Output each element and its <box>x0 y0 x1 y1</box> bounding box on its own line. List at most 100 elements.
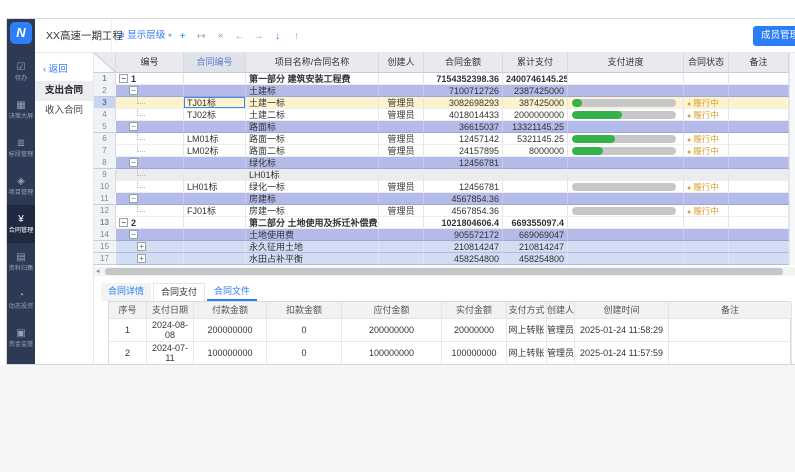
contract-no-cell: TJ02标 <box>184 109 246 121</box>
payment-row[interactable]: 22024-07- 111000000000100000000100000000… <box>109 342 790 365</box>
row-number-cell: 3 <box>94 97 116 109</box>
grid-column-header[interactable]: 编号 <box>116 53 184 73</box>
sidebar-item-todo[interactable]: ☑待办 <box>7 53 35 91</box>
grid-column-header[interactable]: 合同金额 <box>424 53 503 73</box>
member-button[interactable]: 成员管理 <box>753 26 795 46</box>
grid-column-header[interactable]: 合同编号 <box>184 53 246 73</box>
collapse-toggle-icon[interactable]: − <box>129 230 138 239</box>
collapse-toggle-icon[interactable]: − <box>119 218 128 227</box>
sidebar-item-dashboard[interactable]: ▦决策大屏 <box>7 91 35 129</box>
contract-name-cell: 房建标 <box>246 193 379 205</box>
app-logo[interactable]: N <box>10 22 32 44</box>
status-dot-icon: ● <box>687 185 691 192</box>
arrow-right-icon[interactable]: → <box>249 31 268 42</box>
indent-icon[interactable]: ↦ <box>192 31 211 42</box>
grid-row[interactable]: 15+永久征用土地210814247210814247 <box>94 241 789 253</box>
tree-connector-icon <box>137 145 145 152</box>
grid-row[interactable]: 11−房建标4567854.36 <box>94 193 789 205</box>
status-cell <box>684 85 729 97</box>
sidebar-item-projects[interactable]: ◈项目管理 <box>7 167 35 205</box>
pay-amount-cell: 100000000 <box>194 342 267 365</box>
grid-column-header[interactable]: 支付进度 <box>568 53 684 73</box>
sidebar-item-contracts[interactable]: ¥合同管理 <box>7 205 35 243</box>
sidebar-item-funds[interactable]: ▣资金监管 <box>7 319 35 357</box>
grid-row[interactable]: 4TJ02标土建二标管理员40180144332000000000●履行中 <box>94 109 789 121</box>
tab-contract-detail[interactable]: 合同详情 <box>101 283 151 301</box>
payment-row[interactable]: 12024-08- 08200000000020000000020000000网… <box>109 319 790 342</box>
grid-column-header[interactable]: 合同状态 <box>684 53 729 73</box>
tab-contract-files[interactable]: 合同文件 <box>207 283 257 301</box>
status-cell: ●履行中 <box>684 145 729 157</box>
grid-row[interactable]: 17+水田占补平衡458254800458254800 <box>94 253 789 265</box>
tab-contract-payment[interactable]: 合同支付 <box>153 283 205 301</box>
grid-row[interactable]: 1−1第一部分 建筑安装工程费7154352398.362400746145.2… <box>94 73 789 85</box>
status-dot-icon: ● <box>687 101 691 108</box>
grid-row[interactable]: 10LH01标绿化一标管理员12456781●履行中 <box>94 181 789 193</box>
vertical-scrollbar[interactable] <box>789 53 795 265</box>
grid-column-header[interactable]: 备注 <box>729 53 789 73</box>
progress-cell <box>568 193 684 205</box>
contract-no-cell <box>184 73 246 85</box>
payment-column-header: 备注 <box>669 302 792 319</box>
arrow-left-icon[interactable]: ← <box>230 31 249 42</box>
row-number-cell: 12 <box>94 205 116 217</box>
horizontal-scrollbar[interactable]: ◂ <box>94 267 795 276</box>
grid-row[interactable]: 12FJ01标房建一标管理员4567854.36●履行中 <box>94 205 789 217</box>
scroll-left-arrow-icon[interactable]: ◂ <box>96 267 100 276</box>
expand-toggle-icon[interactable]: + <box>137 254 146 263</box>
collapse-toggle-icon[interactable]: − <box>129 158 138 167</box>
creator-cell: 管理员 <box>547 342 575 365</box>
back-link[interactable]: ‹ 返回 <box>43 61 93 75</box>
close-icon[interactable]: × <box>211 31 230 42</box>
note-cell <box>729 241 789 253</box>
scrollbar-thumb[interactable] <box>105 268 783 275</box>
sidebar-item-investment[interactable]: ◔动态投资 <box>7 281 35 319</box>
creator-cell: 管理员 <box>379 205 424 217</box>
subnav-item-expense-contracts[interactable]: 支出合同 <box>35 81 93 101</box>
sidebar-item-sections[interactable]: ≣标段管理 <box>7 129 35 167</box>
grid-row[interactable]: 6LM01标路面一标管理员124571425321145.25●履行中 <box>94 133 789 145</box>
grid-row[interactable]: 14−土地使用费905572172669069047 <box>94 229 789 241</box>
collapse-toggle-icon[interactable]: − <box>119 74 128 83</box>
contract-name-cell: 绿化标 <box>246 157 379 169</box>
collapse-toggle-icon[interactable]: − <box>129 194 138 203</box>
collapse-toggle-icon[interactable]: − <box>129 86 138 95</box>
grid-row[interactable]: 8−绿化标12456781 <box>94 157 789 169</box>
grid-column-header[interactable]: 累计支付 <box>503 53 568 73</box>
payment-column-header: 支付日期 <box>147 302 194 319</box>
paid-cell: 13321145.25 <box>503 121 568 133</box>
amount-cell: 7154352398.36 <box>424 73 503 85</box>
contract-name-cell: 路面二标 <box>246 145 379 157</box>
note-cell <box>729 97 789 109</box>
note-cell <box>729 169 789 181</box>
creator-cell: 管理员 <box>547 319 575 342</box>
payment-column-header: 应付金额 <box>342 302 442 319</box>
grid-row[interactable]: 9LH01标 <box>94 169 789 181</box>
note-cell <box>729 85 789 97</box>
expand-toggle-icon[interactable]: + <box>137 242 146 251</box>
tree-cell: −1 <box>116 73 184 85</box>
arrow-up-icon[interactable]: ↑ <box>287 31 306 42</box>
grid-row[interactable]: 13−2第二部分 土地使用及拆迁补偿费1021804606.4669355097… <box>94 217 789 229</box>
sidebar-item-archives[interactable]: ▤资料归集 <box>7 243 35 281</box>
paid-cell: 5321145.25 <box>503 133 568 145</box>
amount-cell: 12456781 <box>424 181 503 193</box>
grid-row[interactable]: 5−路面标3661503713321145.25 <box>94 121 789 133</box>
plus-icon[interactable]: + <box>173 31 192 42</box>
contract-no-cell: LH01标 <box>184 181 246 193</box>
seq-cell: 1 <box>109 319 147 342</box>
display-level-button[interactable]: ≡ 显示层级 ▾ <box>119 19 172 53</box>
grid-row[interactable]: 3TJ01标土建一标管理员3082698293387425000●履行中 <box>94 97 789 109</box>
created-time-cell: 2025-01-24 11:57:59 <box>575 342 669 365</box>
collapse-toggle-icon[interactable]: − <box>129 122 138 131</box>
grid-column-header[interactable]: 项目名称/合同名称 <box>246 53 379 73</box>
subnav-item-income-contracts[interactable]: 收入合同 <box>35 101 93 121</box>
progress-cell <box>568 181 684 193</box>
grid-column-header[interactable]: 创建人 <box>379 53 424 73</box>
grid-row[interactable]: 2−土建标71007127262387425000 <box>94 85 789 97</box>
paid-cell: 669069047 <box>503 229 568 241</box>
arrow-down-icon[interactable]: ↓ <box>268 31 287 42</box>
payable-amount-cell: 100000000 <box>342 342 442 365</box>
grid-row[interactable]: 7LM02标路面二标管理员241578958000000●履行中 <box>94 145 789 157</box>
contract-name-cell: LH01标 <box>246 169 379 181</box>
